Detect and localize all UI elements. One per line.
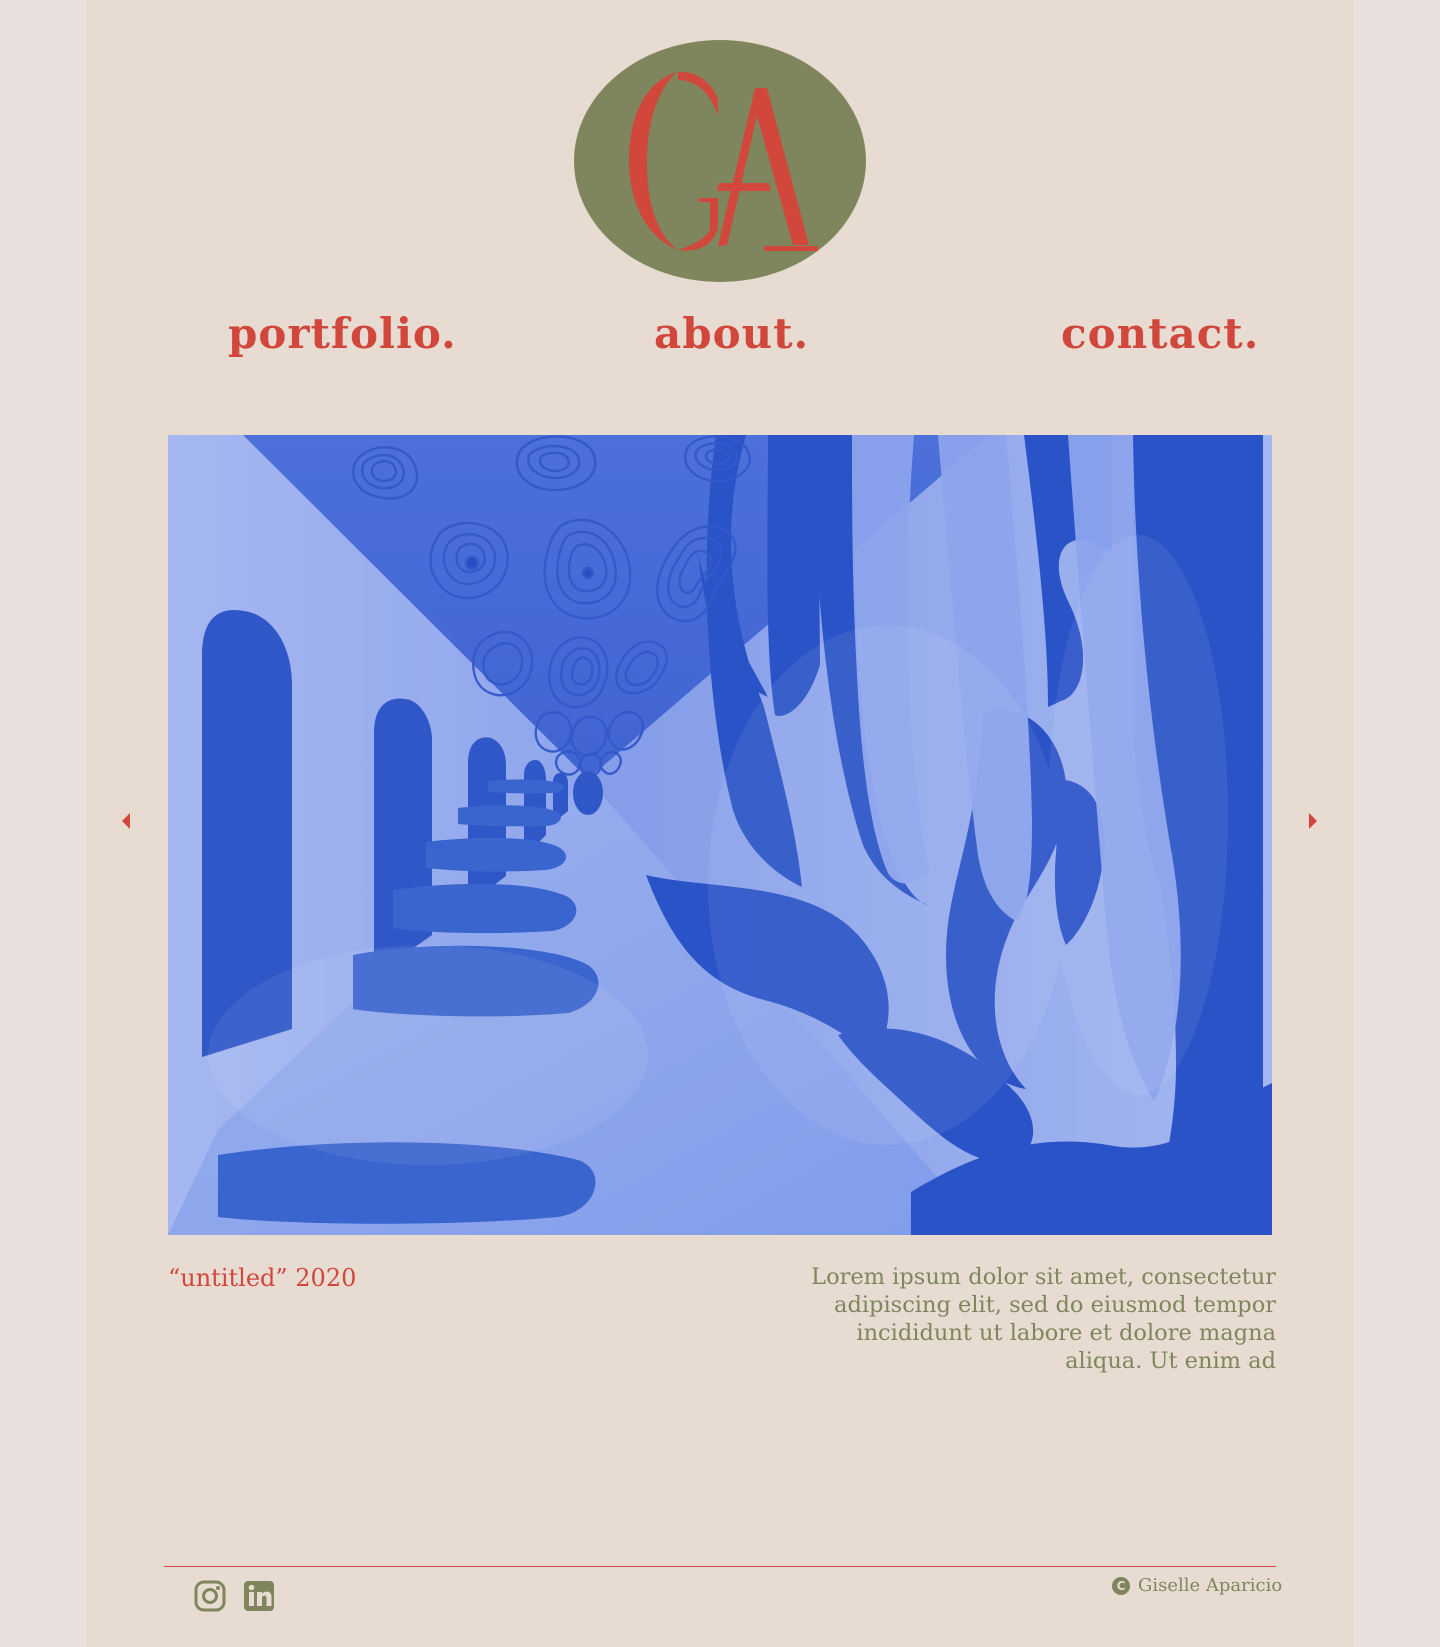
chevron-left-icon — [122, 813, 130, 829]
previous-artwork-button[interactable] — [117, 812, 135, 830]
copyright-notice: C Giselle Aparicio — [1112, 1575, 1282, 1597]
instagram-link[interactable] — [193, 1579, 227, 1613]
copyright-icon: C — [1112, 1577, 1130, 1595]
linkedin-icon — [244, 1581, 274, 1611]
nav-about-link[interactable]: about. — [654, 304, 809, 364]
chevron-right-icon — [1309, 813, 1317, 829]
logo-monogram-icon — [629, 71, 818, 251]
artwork-image — [168, 435, 1272, 1235]
artwork-caption: “untitled” 2020 — [168, 1264, 357, 1292]
copyright-name: Giselle Aparicio — [1138, 1575, 1283, 1596]
footer-divider — [164, 1566, 1276, 1567]
site-logo[interactable] — [574, 40, 866, 282]
instagram-icon — [194, 1580, 226, 1612]
linkedin-link[interactable] — [242, 1579, 276, 1613]
next-artwork-button[interactable] — [1304, 812, 1322, 830]
nav-contact-link[interactable]: contact. — [1061, 304, 1259, 364]
nav-portfolio-link[interactable]: portfolio. — [228, 304, 457, 364]
artwork-description: Lorem ipsum dolor sit amet, consectetur … — [811, 1264, 1276, 1374]
